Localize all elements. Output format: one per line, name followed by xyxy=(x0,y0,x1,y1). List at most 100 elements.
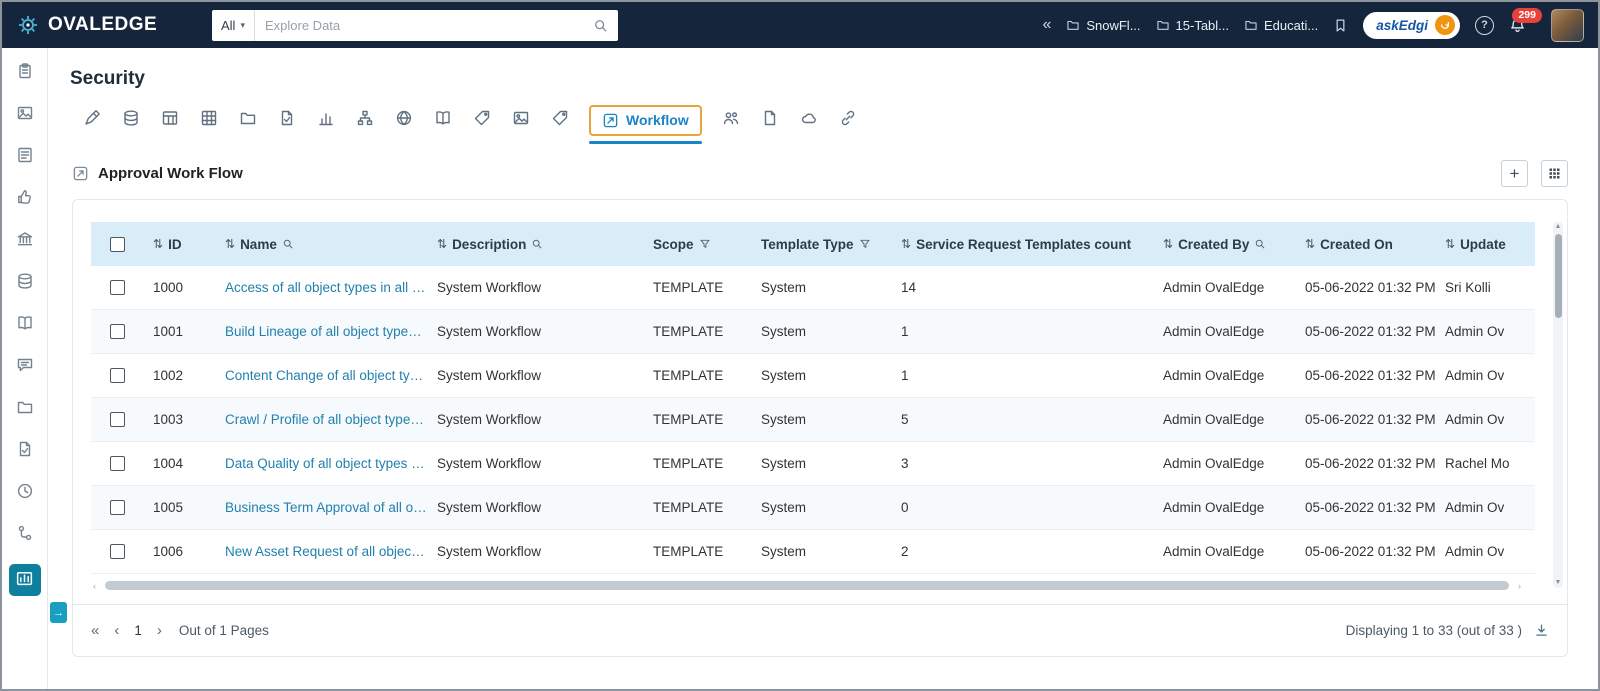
column-label: Created On xyxy=(1320,236,1393,252)
sidebar-item-collaboration[interactable] xyxy=(10,354,40,380)
tab-crawler[interactable] xyxy=(72,109,111,132)
sort-icon[interactable]: ⇅ xyxy=(225,237,235,251)
recent-item-1[interactable]: 15-Tabl... xyxy=(1156,18,1229,33)
sort-icon[interactable]: ⇅ xyxy=(153,237,163,251)
add-workflow-button[interactable]: + xyxy=(1501,160,1528,187)
tab-workflow-active[interactable]: Workflow xyxy=(589,104,702,144)
row-checkbox[interactable] xyxy=(109,412,125,427)
cell-created_by: Admin OvalEdge xyxy=(1163,412,1265,427)
sort-icon[interactable]: ⇅ xyxy=(1163,237,1173,251)
tab-users[interactable] xyxy=(712,109,751,132)
row-checkbox[interactable] xyxy=(109,456,125,471)
vscroll-thumb[interactable] xyxy=(1554,234,1562,318)
sidebar-item-endorsement[interactable] xyxy=(10,186,40,212)
sidebar-item-scheduler[interactable] xyxy=(10,480,40,506)
collapse-recent-icon[interactable]: « xyxy=(1042,16,1051,34)
column-settings-button[interactable] xyxy=(1541,160,1568,187)
sidebar-item-clipboard[interactable] xyxy=(10,60,40,86)
column-search-icon[interactable] xyxy=(1254,238,1266,250)
column-filter-icon[interactable] xyxy=(859,238,871,250)
folder-icon xyxy=(1244,18,1258,32)
row-checkbox[interactable] xyxy=(109,368,125,383)
workflow-name-link[interactable]: Content Change of all object typ... xyxy=(225,368,427,383)
column-filter-icon[interactable] xyxy=(699,238,711,250)
next-page-button[interactable]: › xyxy=(157,622,162,639)
sidebar-item-governance-dashboard[interactable] xyxy=(8,564,41,596)
bookmark-icon[interactable] xyxy=(1333,18,1348,33)
workflow-name-link[interactable]: Data Quality of all object types in... xyxy=(225,456,427,471)
tab-databases[interactable] xyxy=(111,109,150,132)
tab-connections[interactable] xyxy=(829,109,868,132)
sidebar-item-glossary[interactable] xyxy=(10,312,40,338)
download-icon[interactable] xyxy=(1534,623,1549,638)
search-input[interactable] xyxy=(254,17,593,33)
workflow-name-link[interactable]: New Asset Request of all object ... xyxy=(225,544,427,559)
column-header-id[interactable]: ⇅ ID xyxy=(143,237,215,252)
column-label: Service Request Templates count xyxy=(916,236,1132,252)
tab-labels[interactable] xyxy=(540,109,579,132)
row-checkbox[interactable] xyxy=(109,280,125,295)
tab-tables[interactable] xyxy=(150,109,189,132)
tab-api[interactable] xyxy=(790,109,829,132)
tab-files[interactable] xyxy=(228,109,267,132)
search-icon[interactable] xyxy=(593,18,608,33)
column-header-description[interactable]: ⇅ Description xyxy=(427,237,643,252)
recent-item-0[interactable]: SnowFl... xyxy=(1066,18,1141,33)
sidebar-item-governance[interactable] xyxy=(10,228,40,254)
column-header-scope[interactable]: Scope xyxy=(643,237,751,252)
workflow-name-link[interactable]: Business Term Approval of all ob... xyxy=(225,500,427,515)
sort-icon[interactable]: ⇅ xyxy=(1305,237,1315,251)
ovaledge-logo[interactable]: OVALEDGE xyxy=(16,13,212,37)
tab-columns[interactable] xyxy=(189,109,228,132)
column-search-icon[interactable] xyxy=(282,238,294,250)
notifications-bell[interactable]: 299 xyxy=(1509,7,1542,34)
column-header-updated[interactable]: ⇅ Update xyxy=(1435,237,1535,252)
column-header-name[interactable]: ⇅ Name xyxy=(215,237,427,252)
sidebar-item-projects[interactable] xyxy=(10,396,40,422)
column-header-template_type[interactable]: Template Type xyxy=(751,237,891,252)
workflow-name-link[interactable]: Access of all object types in all c... xyxy=(225,280,427,295)
column-search-icon[interactable] xyxy=(531,238,543,250)
prev-page-button[interactable]: ‹ xyxy=(114,622,119,639)
column-header-created_by[interactable]: ⇅ Created By xyxy=(1153,237,1295,252)
recent-item-2[interactable]: Educati... xyxy=(1244,18,1318,33)
help-icon[interactable]: ? xyxy=(1475,15,1494,35)
sort-icon[interactable]: ⇅ xyxy=(1445,237,1455,251)
tab-documents[interactable] xyxy=(751,109,790,132)
workflow-name-link[interactable]: Crawl / Profile of all object types... xyxy=(225,412,427,427)
tab-queries[interactable] xyxy=(267,109,306,132)
row-checkbox[interactable] xyxy=(109,544,125,559)
row-checkbox[interactable] xyxy=(109,324,125,339)
horizontal-scrollbar[interactable]: ‹ › xyxy=(93,581,1533,591)
hscroll-left-arrow[interactable]: ‹ xyxy=(93,581,96,591)
tab-tags[interactable] xyxy=(462,109,501,132)
askedgi-button[interactable]: askEdgi xyxy=(1363,11,1460,39)
tab-data-lineage[interactable] xyxy=(345,109,384,132)
tab-codes[interactable] xyxy=(423,109,462,132)
tab-domains[interactable] xyxy=(384,109,423,132)
sort-icon[interactable]: ⇅ xyxy=(437,237,447,251)
user-avatar[interactable] xyxy=(1551,8,1584,42)
select-all-checkbox[interactable] xyxy=(109,236,125,252)
sidebar-item-media[interactable] xyxy=(10,102,40,128)
vscroll-down-arrow[interactable]: ▼ xyxy=(1553,579,1563,587)
sidebar-item-report-list[interactable] xyxy=(10,144,40,170)
current-page-number[interactable]: 1 xyxy=(134,623,142,638)
search-scope-dropdown[interactable]: All ▾ xyxy=(212,9,255,41)
tab-stories[interactable] xyxy=(501,109,540,132)
first-page-button[interactable]: « xyxy=(91,622,99,639)
row-checkbox[interactable] xyxy=(109,500,125,515)
sidebar-item-compliance[interactable] xyxy=(10,438,40,464)
tab-reports[interactable] xyxy=(306,109,345,132)
column-header-count[interactable]: ⇅ Service Request Templates count xyxy=(891,237,1153,252)
sidebar-item-data-stores[interactable] xyxy=(10,270,40,296)
vscroll-up-arrow[interactable]: ▲ xyxy=(1553,223,1563,231)
sort-icon[interactable]: ⇅ xyxy=(901,237,911,251)
sidebar-expand-toggle[interactable]: → xyxy=(50,602,67,623)
column-header-created_on[interactable]: ⇅ Created On xyxy=(1295,237,1435,252)
workflow-name-link[interactable]: Build Lineage of all object types i... xyxy=(225,324,427,339)
hscroll-thumb[interactable] xyxy=(105,581,1509,590)
vertical-scrollbar[interactable]: ▲ ▼ xyxy=(1553,222,1563,588)
hscroll-right-arrow[interactable]: › xyxy=(1518,581,1521,591)
sidebar-item-advanced-tools[interactable] xyxy=(10,522,40,548)
